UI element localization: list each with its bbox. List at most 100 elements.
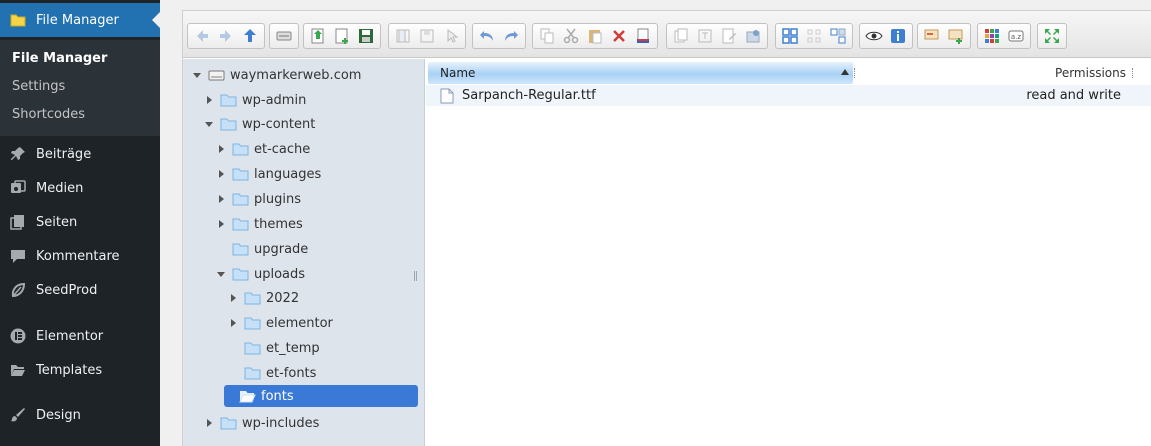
open-icon[interactable] bbox=[392, 25, 414, 47]
list-view-icon[interactable] bbox=[827, 25, 849, 47]
column-header-name[interactable]: Name bbox=[428, 62, 853, 84]
sidebar-item-beitraege[interactable]: Beiträge bbox=[0, 137, 160, 171]
tree-node-wp-content[interactable]: wp-content bbox=[204, 113, 315, 135]
forward-icon[interactable] bbox=[215, 25, 237, 47]
save-icon[interactable] bbox=[355, 25, 377, 47]
fullscreen-icon[interactable] bbox=[1041, 25, 1063, 47]
file-icon bbox=[440, 88, 454, 103]
sidebar-item-medien[interactable]: Medien bbox=[0, 171, 160, 205]
sidebar-item-elementor[interactable]: Elementor bbox=[0, 319, 160, 353]
file-list: Name Permissions Sarpanch-Regular.ttf re… bbox=[426, 59, 1151, 446]
sidebar-item-seiten[interactable]: Seiten bbox=[0, 205, 160, 239]
sidebar-item-label: Seiten bbox=[36, 214, 78, 230]
sidebar-item-label: Design bbox=[36, 407, 81, 423]
archive-icon[interactable] bbox=[945, 25, 967, 47]
disk-icon[interactable] bbox=[416, 25, 438, 47]
up-icon[interactable] bbox=[239, 25, 261, 47]
tree-node-themes[interactable]: themes bbox=[216, 213, 303, 235]
tree-node-et-temp[interactable]: et_temp bbox=[244, 337, 320, 359]
tree-node-et-cache[interactable]: et-cache bbox=[216, 138, 310, 160]
toolbar-group-tools bbox=[666, 23, 768, 49]
file-name: Sarpanch-Regular.ttf bbox=[462, 88, 596, 103]
tree-node-label: upgrade bbox=[254, 241, 309, 257]
tree-node-2022[interactable]: 2022 bbox=[228, 287, 299, 309]
column-resize-handle[interactable] bbox=[854, 68, 856, 78]
tree-node-languages[interactable]: languages bbox=[216, 163, 321, 185]
expand-right-icon[interactable] bbox=[216, 169, 226, 179]
folder-icon bbox=[232, 168, 249, 181]
sidebar-item-templates[interactable]: Templates bbox=[0, 353, 160, 387]
tree-node-label: wp-admin bbox=[242, 92, 307, 108]
copy-icon[interactable] bbox=[536, 25, 558, 47]
toolbar: a.z bbox=[183, 11, 1151, 58]
undo-icon[interactable] bbox=[476, 25, 498, 47]
paste-icon[interactable] bbox=[584, 25, 606, 47]
new-file-icon[interactable] bbox=[331, 25, 353, 47]
redo-icon[interactable] bbox=[500, 25, 522, 47]
grid-view-icon[interactable] bbox=[803, 25, 825, 47]
expand-right-icon[interactable] bbox=[204, 95, 214, 105]
expand-right-icon[interactable] bbox=[216, 194, 226, 204]
sidebar-item-label: Beiträge bbox=[36, 146, 92, 162]
expand-down-icon[interactable] bbox=[204, 119, 214, 129]
submenu-file-manager[interactable]: File Manager bbox=[12, 51, 107, 66]
upload-icon[interactable] bbox=[307, 25, 329, 47]
tree-node-plugins[interactable]: plugins bbox=[216, 188, 301, 210]
pane-resize-handle[interactable] bbox=[414, 271, 417, 281]
folder-icon bbox=[232, 268, 249, 281]
column-header-permissions[interactable]: Permissions bbox=[1055, 62, 1126, 84]
select-icon[interactable] bbox=[440, 25, 462, 47]
toolbar-group-clipboard bbox=[532, 23, 658, 49]
help-icon[interactable]: a.z bbox=[1005, 25, 1027, 47]
extract-icon[interactable] bbox=[921, 25, 943, 47]
back-icon[interactable] bbox=[191, 25, 213, 47]
expand-down-icon[interactable] bbox=[192, 70, 202, 80]
toolbar-group-extra: a.z bbox=[977, 23, 1031, 49]
duplicate-icon[interactable] bbox=[670, 25, 692, 47]
folder-icon bbox=[220, 118, 237, 131]
toolbar-group-navigation bbox=[187, 23, 265, 49]
expand-right-icon[interactable] bbox=[228, 293, 238, 303]
tree-node-wp-includes[interactable]: wp-includes bbox=[204, 412, 319, 434]
tree-node-wp-admin[interactable]: wp-admin bbox=[204, 89, 306, 111]
netmount-icon[interactable] bbox=[273, 25, 295, 47]
tree-node-fonts[interactable]: fonts bbox=[224, 385, 418, 407]
sidebar-item-seedprod[interactable]: SeedProd bbox=[0, 273, 160, 307]
edit-icon[interactable] bbox=[718, 25, 740, 47]
resize-icon[interactable] bbox=[742, 25, 764, 47]
rename-icon[interactable] bbox=[694, 25, 716, 47]
expand-right-icon[interactable] bbox=[216, 219, 226, 229]
sidebar-submenu: File Manager Settings Shortcodes bbox=[0, 40, 160, 136]
trash-icon[interactable] bbox=[632, 25, 654, 47]
icons-view-icon[interactable] bbox=[779, 25, 801, 47]
expand-right-icon[interactable] bbox=[204, 418, 214, 428]
file-row[interactable]: Sarpanch-Regular.ttf read and write bbox=[426, 85, 1151, 106]
tree-node-upgrade[interactable]: upgrade bbox=[232, 238, 308, 260]
expand-down-icon[interactable] bbox=[216, 269, 226, 279]
info-icon[interactable] bbox=[887, 25, 909, 47]
column-header-label: Permissions bbox=[1055, 66, 1126, 80]
cut-icon[interactable] bbox=[560, 25, 582, 47]
delete-icon[interactable] bbox=[608, 25, 630, 47]
submenu-settings[interactable]: Settings bbox=[12, 79, 65, 94]
expand-right-icon[interactable] bbox=[228, 318, 238, 328]
folder-icon bbox=[244, 367, 261, 380]
tree-node-uploads[interactable]: uploads bbox=[216, 263, 305, 285]
tree-node-elementor[interactable]: elementor bbox=[228, 312, 333, 334]
tree-node-label: fonts bbox=[261, 388, 294, 404]
sidebar-item-design[interactable]: Design bbox=[0, 398, 160, 432]
comment-icon bbox=[8, 246, 28, 266]
sidebar-item-file-manager[interactable]: File Manager bbox=[0, 3, 160, 37]
tree-node-et-fonts[interactable]: et-fonts bbox=[244, 362, 316, 384]
color-grid-icon[interactable] bbox=[981, 25, 1003, 47]
tree-node-root[interactable]: waymarkerweb.com bbox=[192, 64, 361, 86]
preview-eye-icon[interactable] bbox=[863, 25, 885, 47]
sidebar-item-label: Templates bbox=[36, 362, 103, 378]
submenu-shortcodes[interactable]: Shortcodes bbox=[12, 107, 85, 122]
column-resize-handle[interactable] bbox=[1132, 68, 1134, 78]
elementor-icon bbox=[8, 326, 28, 346]
sidebar-item-kommentare[interactable]: Kommentare bbox=[0, 239, 160, 273]
folder-icon bbox=[244, 292, 261, 305]
expand-right-icon[interactable] bbox=[216, 144, 226, 154]
tree-node-label: wp-includes bbox=[242, 415, 320, 431]
